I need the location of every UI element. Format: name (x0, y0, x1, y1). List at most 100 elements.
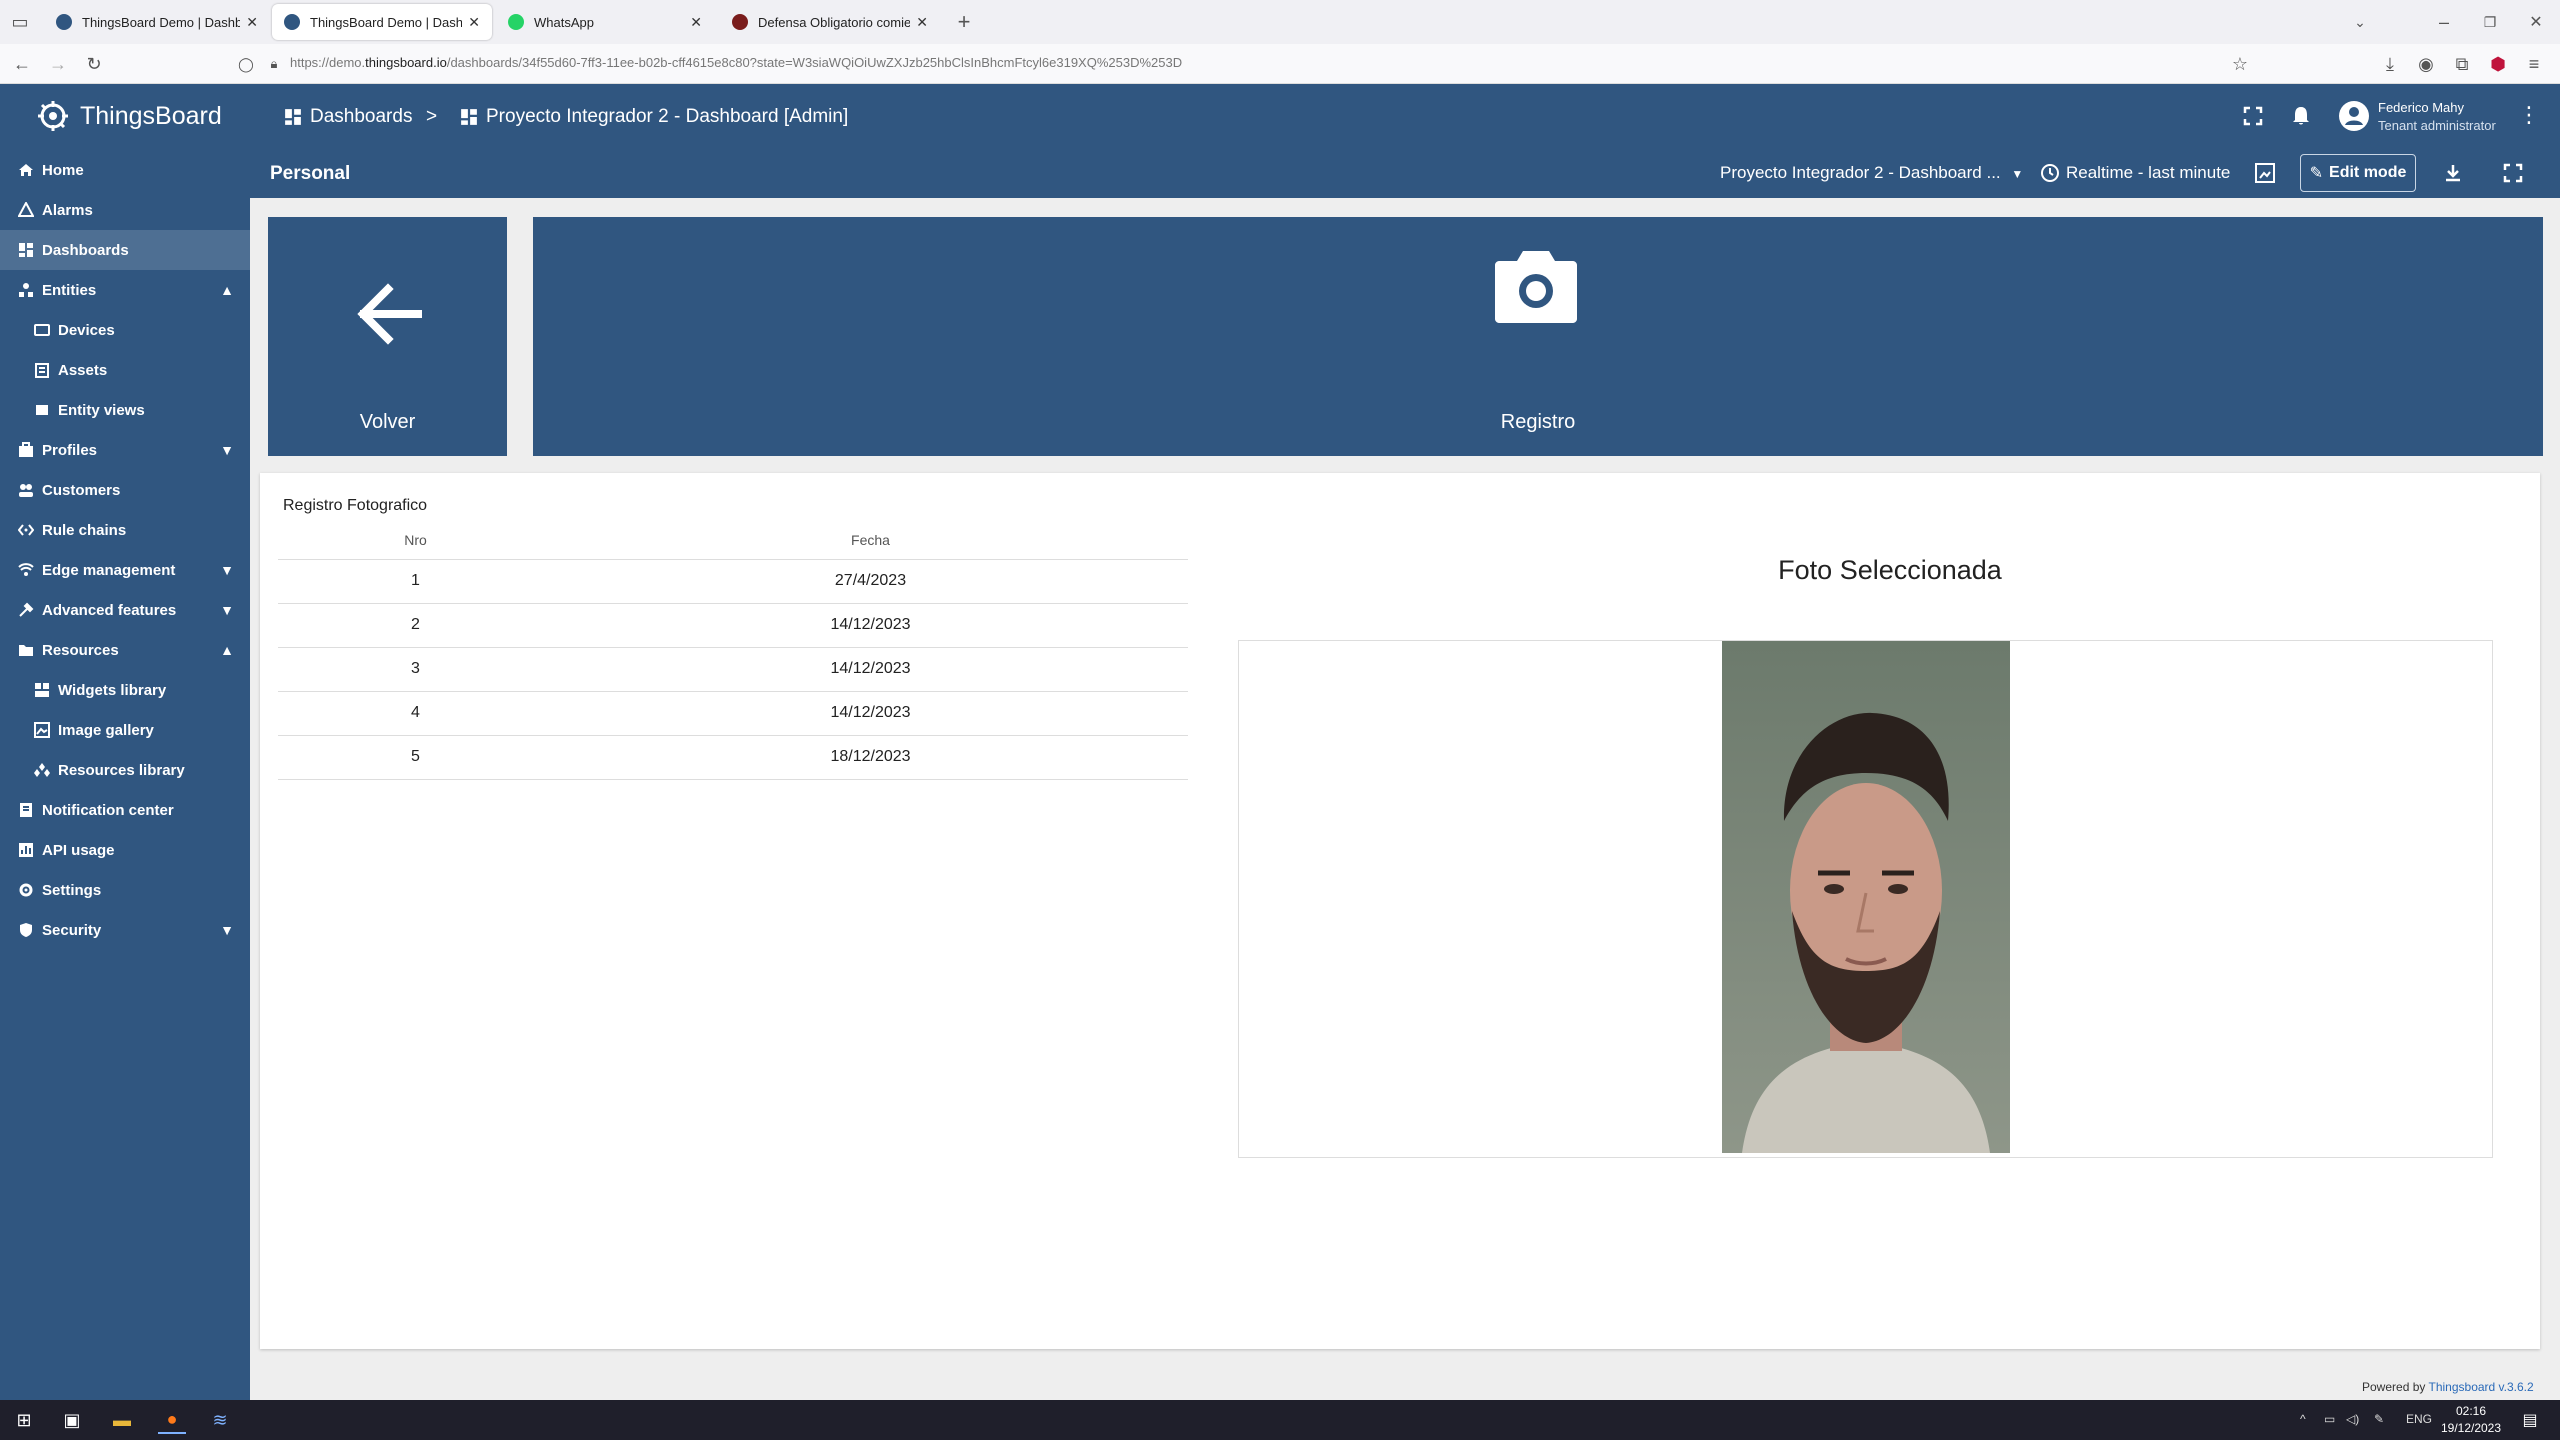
terminal-app-icon[interactable]: ≋ (206, 1406, 234, 1434)
shield-icon[interactable]: ◯ (234, 52, 258, 76)
browser-tab-3[interactable]: WhatsApp ✕ (496, 4, 714, 40)
table-row[interactable]: 2 14/12/2023 (278, 603, 1188, 648)
breadcrumb-dashboards[interactable]: Dashboards (284, 106, 412, 128)
dashboard-selector[interactable]: Proyecto Integrador 2 - Dashboard ... ▼ (1720, 163, 2023, 183)
task-view-icon[interactable]: ▣ (58, 1406, 86, 1434)
network-icon[interactable]: ▭ (2324, 1412, 2335, 1426)
sidebar-item-rule-chains[interactable]: Rule chains (0, 510, 250, 550)
cell-nro: 5 (278, 735, 553, 780)
dashboard-fullscreen-icon[interactable] (2502, 162, 2524, 184)
fullscreen-icon[interactable] (2242, 105, 2264, 127)
browser-tab-2-active[interactable]: ThingsBoard Demo | Dashboard ✕ (272, 4, 492, 40)
tray-expand-icon[interactable]: ^ (2300, 1412, 2306, 1426)
new-tab-icon[interactable]: + (952, 9, 976, 34)
powered-by-footer: Powered by Thingsboard v.3.6.2 (2362, 1380, 2534, 1394)
lock-icon[interactable]: 🔒︎ (262, 52, 286, 76)
edit-mode-label: Edit mode (2329, 164, 2407, 181)
profiles-icon (19, 442, 33, 457)
sidebar-item-settings[interactable]: Settings (0, 870, 250, 910)
minimize-icon[interactable]: – (2432, 10, 2456, 34)
cell-fecha: 27/4/2023 (553, 559, 1188, 604)
resources-icon (19, 645, 33, 656)
cell-fecha: 14/12/2023 (553, 691, 1188, 736)
close-tab-icon[interactable]: ✕ (916, 14, 928, 31)
volume-icon[interactable]: ◁) (2346, 1412, 2359, 1426)
breadcrumb-root-label: Dashboards (310, 106, 413, 127)
browser-menu-icon[interactable]: ≡ (2522, 52, 2546, 76)
browser-tab-1[interactable]: ThingsBoard Demo | Dashboard ✕ (44, 4, 270, 40)
sidebar-item-advanced-features[interactable]: Advanced features ▼ (0, 590, 250, 630)
browser-tab-4[interactable]: Defensa Obligatorio comienzo ✕ (720, 4, 940, 40)
notifications-center-icon[interactable]: ▤ (2516, 1406, 2544, 1434)
sidebar-item-edge-management[interactable]: Edge management ▼ (0, 550, 250, 590)
sidebar-item-profiles[interactable]: Profiles ▼ (0, 430, 250, 470)
sidebar-item-home[interactable]: Home (0, 150, 250, 190)
tab-list-icon[interactable]: ▭ (8, 10, 32, 34)
sidebar-item-entities[interactable]: Entities ▲ (0, 270, 250, 310)
sidebar-item-image-gallery[interactable]: Image gallery (0, 710, 250, 750)
sidebar-item-resources[interactable]: Resources ▲ (0, 630, 250, 670)
dashboard-toolbar: Personal Proyecto Integrador 2 - Dashboa… (250, 148, 2560, 198)
table-row[interactable]: 1 27/4/2023 (278, 559, 1188, 604)
close-tab-icon[interactable]: ✕ (690, 14, 702, 31)
sidebar-item-devices[interactable]: Devices (0, 310, 250, 350)
edit-mode-button[interactable]: ✎ Edit mode (2300, 154, 2416, 192)
language-indicator[interactable]: ENG (2406, 1412, 2432, 1426)
table-row[interactable]: 5 18/12/2023 (278, 735, 1188, 780)
sidebar-item-entity-views[interactable]: Entity views (0, 390, 250, 430)
file-explorer-icon[interactable]: ▬ (108, 1406, 136, 1434)
account-icon[interactable]: ◉ (2414, 52, 2438, 76)
sidebar-item-assets[interactable]: Assets (0, 350, 250, 390)
back-arrow-icon[interactable]: ← (10, 52, 34, 76)
user-name: Federico Mahy (2378, 100, 2464, 115)
record-tile-button[interactable]: Registro (533, 217, 2543, 456)
sidebar-item-label: Dashboards (42, 241, 129, 259)
sidebar-item-customers[interactable]: Customers (0, 470, 250, 510)
bookmark-star-icon[interactable]: ☆ (2228, 52, 2252, 76)
sidebar-item-security[interactable]: Security ▼ (0, 910, 250, 950)
notifications-bell-icon[interactable] (2290, 105, 2312, 127)
timewindow-button[interactable]: Realtime - last minute (2040, 163, 2230, 183)
sidebar-item-label: API usage (42, 841, 115, 859)
back-tile-button[interactable]: Volver (268, 217, 507, 456)
column-header-nro[interactable]: Nro (278, 521, 553, 560)
forward-arrow-icon[interactable]: → (46, 52, 70, 76)
devices-icon (34, 324, 50, 336)
windows-start-icon[interactable]: ⊞ (10, 1406, 38, 1434)
assets-icon (35, 363, 49, 378)
close-tab-icon[interactable]: ✕ (246, 14, 258, 31)
sidebar-item-label: Home (42, 161, 84, 179)
close-window-icon[interactable]: ✕ (2524, 10, 2548, 34)
close-tab-icon[interactable]: ✕ (468, 14, 480, 31)
dashboards-icon (285, 109, 301, 125)
sidebar-item-api-usage[interactable]: API usage (0, 830, 250, 870)
timewindow-label: Realtime - last minute (2066, 163, 2231, 182)
tab-overflow-chevron-icon[interactable]: ⌄ (2348, 10, 2372, 34)
user-menu[interactable]: Federico Mahy Tenant administrator (2336, 98, 2536, 134)
sidebar-item-label: Settings (42, 881, 102, 899)
camera-icon (1495, 251, 1577, 323)
firefox-icon[interactable]: ● (158, 1406, 186, 1434)
sidebar-item-widgets-library[interactable]: Widgets library (0, 670, 250, 710)
table-row[interactable]: 4 14/12/2023 (278, 691, 1188, 736)
clock-icon (2041, 164, 2059, 182)
sidebar-item-resources-library[interactable]: Resources library (0, 750, 250, 790)
export-image-icon[interactable] (2254, 162, 2276, 184)
table-row[interactable]: 3 14/12/2023 (278, 647, 1188, 692)
ublock-icon[interactable]: ⬢ (2486, 52, 2510, 76)
reload-icon[interactable]: ↻ (82, 52, 106, 76)
system-clock[interactable]: 02:16 19/12/2023 (2436, 1403, 2506, 1437)
sidebar-item-alarms[interactable]: Alarms (0, 190, 250, 230)
restore-icon[interactable]: ❐ (2478, 10, 2502, 34)
sidebar-item-notification-center[interactable]: Notification center (0, 790, 250, 830)
downloads-icon[interactable]: ⤓ (2378, 52, 2402, 76)
sidebar-item-dashboards[interactable]: Dashboards (0, 230, 250, 270)
download-icon[interactable] (2442, 162, 2464, 184)
pen-icon[interactable]: ✎ (2374, 1412, 2384, 1426)
thingsboard-logo[interactable]: ThingsBoard (36, 98, 222, 134)
extensions-icon[interactable]: ⧉ (2450, 52, 2474, 76)
thingsboard-version-link[interactable]: Thingsboard v.3.6.2 (2429, 1380, 2534, 1394)
column-header-fecha[interactable]: Fecha (553, 521, 1188, 560)
url-field[interactable]: https://demo.thingsboard.io/dashboards/3… (290, 55, 1182, 70)
more-vert-icon[interactable]: ⋮ (2518, 102, 2540, 128)
